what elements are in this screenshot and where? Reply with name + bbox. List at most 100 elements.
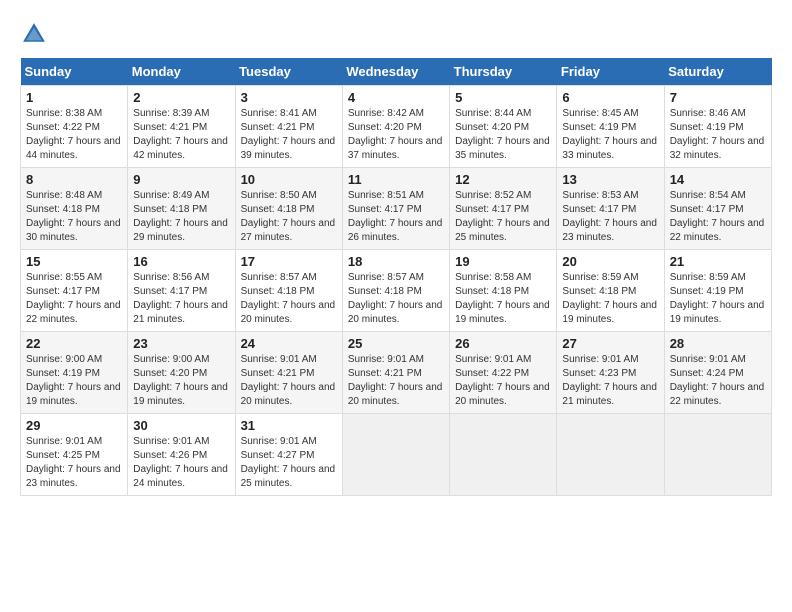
day-info: Sunrise: 8:48 AMSunset: 4:18 PMDaylight:…	[26, 190, 121, 243]
calendar-cell-13: 14 Sunrise: 8:54 AMSunset: 4:17 PMDaylig…	[664, 168, 771, 250]
calendar-cell-24: 25 Sunrise: 9:01 AMSunset: 4:21 PMDaylig…	[342, 332, 449, 414]
day-info: Sunrise: 8:39 AMSunset: 4:21 PMDaylight:…	[133, 108, 228, 161]
calendar-cell-0: 1 Sunrise: 8:38 AMSunset: 4:22 PMDayligh…	[21, 86, 128, 168]
calendar-cell-7: 8 Sunrise: 8:48 AMSunset: 4:18 PMDayligh…	[21, 168, 128, 250]
day-number: 11	[348, 172, 444, 187]
day-info: Sunrise: 8:57 AMSunset: 4:18 PMDaylight:…	[348, 272, 443, 325]
logo	[20, 20, 52, 48]
calendar-cell-21: 22 Sunrise: 9:00 AMSunset: 4:19 PMDaylig…	[21, 332, 128, 414]
calendar-cell-9: 10 Sunrise: 8:50 AMSunset: 4:18 PMDaylig…	[235, 168, 342, 250]
calendar-cell-3: 4 Sunrise: 8:42 AMSunset: 4:20 PMDayligh…	[342, 86, 449, 168]
day-number: 2	[133, 90, 229, 105]
day-info: Sunrise: 8:41 AMSunset: 4:21 PMDaylight:…	[241, 108, 336, 161]
day-number: 1	[26, 90, 122, 105]
day-number: 9	[133, 172, 229, 187]
logo-icon	[20, 20, 48, 48]
day-number: 23	[133, 336, 229, 351]
day-number: 16	[133, 254, 229, 269]
calendar-cell-23: 24 Sunrise: 9:01 AMSunset: 4:21 PMDaylig…	[235, 332, 342, 414]
day-info: Sunrise: 9:01 AMSunset: 4:23 PMDaylight:…	[562, 354, 657, 407]
calendar-cell-11: 12 Sunrise: 8:52 AMSunset: 4:17 PMDaylig…	[450, 168, 557, 250]
day-info: Sunrise: 9:00 AMSunset: 4:20 PMDaylight:…	[133, 354, 228, 407]
day-info: Sunrise: 9:01 AMSunset: 4:24 PMDaylight:…	[670, 354, 765, 407]
day-number: 19	[455, 254, 551, 269]
calendar-cell-4: 5 Sunrise: 8:44 AMSunset: 4:20 PMDayligh…	[450, 86, 557, 168]
calendar-cell-33	[557, 414, 664, 496]
calendar-cell-12: 13 Sunrise: 8:53 AMSunset: 4:17 PMDaylig…	[557, 168, 664, 250]
day-info: Sunrise: 8:57 AMSunset: 4:18 PMDaylight:…	[241, 272, 336, 325]
calendar-table: SundayMondayTuesdayWednesdayThursdayFrid…	[20, 58, 772, 496]
calendar-cell-22: 23 Sunrise: 9:00 AMSunset: 4:20 PMDaylig…	[128, 332, 235, 414]
day-info: Sunrise: 9:01 AMSunset: 4:27 PMDaylight:…	[241, 436, 336, 489]
day-info: Sunrise: 8:59 AMSunset: 4:19 PMDaylight:…	[670, 272, 765, 325]
day-number: 6	[562, 90, 658, 105]
day-info: Sunrise: 8:51 AMSunset: 4:17 PMDaylight:…	[348, 190, 443, 243]
weekday-header-row: SundayMondayTuesdayWednesdayThursdayFrid…	[21, 58, 772, 86]
day-info: Sunrise: 9:00 AMSunset: 4:19 PMDaylight:…	[26, 354, 121, 407]
day-info: Sunrise: 8:59 AMSunset: 4:18 PMDaylight:…	[562, 272, 657, 325]
day-info: Sunrise: 8:52 AMSunset: 4:17 PMDaylight:…	[455, 190, 550, 243]
day-number: 24	[241, 336, 337, 351]
day-info: Sunrise: 8:54 AMSunset: 4:17 PMDaylight:…	[670, 190, 765, 243]
day-number: 27	[562, 336, 658, 351]
day-info: Sunrise: 9:01 AMSunset: 4:26 PMDaylight:…	[133, 436, 228, 489]
day-number: 30	[133, 418, 229, 433]
calendar-cell-2: 3 Sunrise: 8:41 AMSunset: 4:21 PMDayligh…	[235, 86, 342, 168]
calendar-cell-5: 6 Sunrise: 8:45 AMSunset: 4:19 PMDayligh…	[557, 86, 664, 168]
calendar-cell-1: 2 Sunrise: 8:39 AMSunset: 4:21 PMDayligh…	[128, 86, 235, 168]
calendar-cell-10: 11 Sunrise: 8:51 AMSunset: 4:17 PMDaylig…	[342, 168, 449, 250]
day-number: 10	[241, 172, 337, 187]
calendar-cell-26: 27 Sunrise: 9:01 AMSunset: 4:23 PMDaylig…	[557, 332, 664, 414]
day-number: 8	[26, 172, 122, 187]
day-info: Sunrise: 8:58 AMSunset: 4:18 PMDaylight:…	[455, 272, 550, 325]
day-info: Sunrise: 8:55 AMSunset: 4:17 PMDaylight:…	[26, 272, 121, 325]
day-number: 25	[348, 336, 444, 351]
calendar-cell-30: 31 Sunrise: 9:01 AMSunset: 4:27 PMDaylig…	[235, 414, 342, 496]
day-info: Sunrise: 9:01 AMSunset: 4:21 PMDaylight:…	[348, 354, 443, 407]
day-info: Sunrise: 8:45 AMSunset: 4:19 PMDaylight:…	[562, 108, 657, 161]
day-info: Sunrise: 8:49 AMSunset: 4:18 PMDaylight:…	[133, 190, 228, 243]
weekday-header-saturday: Saturday	[664, 58, 771, 86]
calendar-week-2: 15 Sunrise: 8:55 AMSunset: 4:17 PMDaylig…	[21, 250, 772, 332]
day-number: 14	[670, 172, 766, 187]
day-number: 17	[241, 254, 337, 269]
weekday-header-sunday: Sunday	[21, 58, 128, 86]
weekday-header-thursday: Thursday	[450, 58, 557, 86]
calendar-cell-29: 30 Sunrise: 9:01 AMSunset: 4:26 PMDaylig…	[128, 414, 235, 496]
weekday-header-wednesday: Wednesday	[342, 58, 449, 86]
day-number: 22	[26, 336, 122, 351]
day-info: Sunrise: 8:42 AMSunset: 4:20 PMDaylight:…	[348, 108, 443, 161]
calendar-cell-18: 19 Sunrise: 8:58 AMSunset: 4:18 PMDaylig…	[450, 250, 557, 332]
calendar-week-0: 1 Sunrise: 8:38 AMSunset: 4:22 PMDayligh…	[21, 86, 772, 168]
calendar-cell-19: 20 Sunrise: 8:59 AMSunset: 4:18 PMDaylig…	[557, 250, 664, 332]
calendar-week-4: 29 Sunrise: 9:01 AMSunset: 4:25 PMDaylig…	[21, 414, 772, 496]
day-info: Sunrise: 9:01 AMSunset: 4:21 PMDaylight:…	[241, 354, 336, 407]
calendar-cell-27: 28 Sunrise: 9:01 AMSunset: 4:24 PMDaylig…	[664, 332, 771, 414]
calendar-cell-16: 17 Sunrise: 8:57 AMSunset: 4:18 PMDaylig…	[235, 250, 342, 332]
day-info: Sunrise: 9:01 AMSunset: 4:22 PMDaylight:…	[455, 354, 550, 407]
day-info: Sunrise: 9:01 AMSunset: 4:25 PMDaylight:…	[26, 436, 121, 489]
day-number: 13	[562, 172, 658, 187]
day-number: 3	[241, 90, 337, 105]
weekday-header-tuesday: Tuesday	[235, 58, 342, 86]
day-number: 5	[455, 90, 551, 105]
calendar-cell-32	[450, 414, 557, 496]
day-info: Sunrise: 8:46 AMSunset: 4:19 PMDaylight:…	[670, 108, 765, 161]
day-number: 26	[455, 336, 551, 351]
day-number: 15	[26, 254, 122, 269]
calendar-week-3: 22 Sunrise: 9:00 AMSunset: 4:19 PMDaylig…	[21, 332, 772, 414]
calendar-cell-14: 15 Sunrise: 8:55 AMSunset: 4:17 PMDaylig…	[21, 250, 128, 332]
day-info: Sunrise: 8:38 AMSunset: 4:22 PMDaylight:…	[26, 108, 121, 161]
calendar-cell-6: 7 Sunrise: 8:46 AMSunset: 4:19 PMDayligh…	[664, 86, 771, 168]
day-info: Sunrise: 8:56 AMSunset: 4:17 PMDaylight:…	[133, 272, 228, 325]
weekday-header-monday: Monday	[128, 58, 235, 86]
calendar-cell-31	[342, 414, 449, 496]
day-info: Sunrise: 8:53 AMSunset: 4:17 PMDaylight:…	[562, 190, 657, 243]
calendar-cell-25: 26 Sunrise: 9:01 AMSunset: 4:22 PMDaylig…	[450, 332, 557, 414]
day-info: Sunrise: 8:44 AMSunset: 4:20 PMDaylight:…	[455, 108, 550, 161]
calendar-week-1: 8 Sunrise: 8:48 AMSunset: 4:18 PMDayligh…	[21, 168, 772, 250]
day-number: 7	[670, 90, 766, 105]
header	[20, 20, 772, 48]
day-info: Sunrise: 8:50 AMSunset: 4:18 PMDaylight:…	[241, 190, 336, 243]
day-number: 4	[348, 90, 444, 105]
